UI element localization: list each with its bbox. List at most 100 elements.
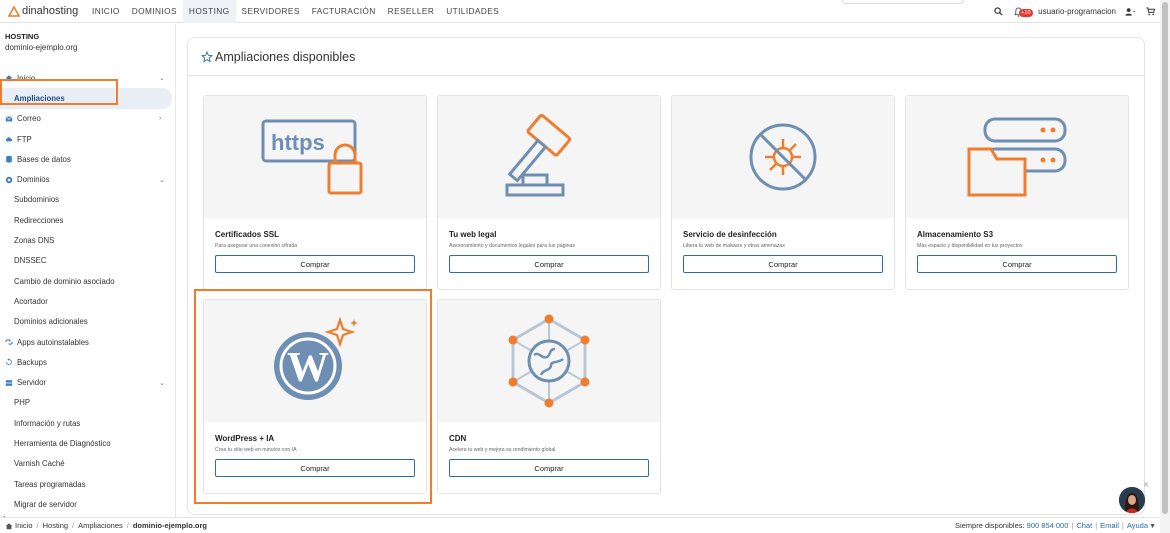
product-card: Servicio de desinfección Libera tu web de… [671,95,895,290]
chat-assistant-avatar[interactable] [1119,487,1145,513]
sidebar-item-label: Apps autoinstalables [17,337,89,347]
sidebar-item-tareas-programadas[interactable]: Tareas programadas [0,474,175,494]
product-card: Almacenamiento S3 Más espacio y disponibi… [905,95,1129,290]
close-icon[interactable]: ✕ [1143,481,1149,489]
sidebar-item-apps-autoinstalables[interactable]: Apps autoinstalables [0,332,175,352]
sidebar-item-label: Información y rutas [14,418,81,428]
brand-name: dinahosting [22,5,79,17]
sidebar-item-label: Tareas programadas [14,479,86,489]
sidebar-item-dominios[interactable]: Dominios ⌄ [0,169,175,189]
user-menu-icon[interactable] [1120,7,1140,16]
nav-item-hosting[interactable]: HOSTING [182,0,236,23]
sidebar-item-label: Varnish Caché [14,459,65,469]
scrollbar-thumb[interactable] [1162,2,1168,514]
page-title-text: Ampliaciones disponibles [215,49,356,64]
nav-item-facturacion[interactable]: FACTURACIÓN [306,0,382,23]
chevron-down-icon[interactable]: ⌄ [159,74,165,82]
chevron-down-icon[interactable]: ⌄ [159,379,165,387]
sidebar-item-label: Herramienta de Diagnóstico [14,438,111,448]
sidebar-item-migrar-de-servidor[interactable]: Migrar de servidor [0,494,175,514]
sidebar-item-label: Redirecciones [14,215,64,225]
notifications-bell-icon[interactable]: +10 [1008,6,1033,17]
buy-button[interactable]: Comprar [449,459,649,477]
user-menu-name[interactable]: usuario-programacion [1038,7,1116,16]
backup-icon [5,358,17,366]
sidebar-item-label: Servidor [17,378,47,388]
card-description: Más espacio y disponibilidad en tus proy… [917,243,1023,249]
breadcrumb-item[interactable]: Hosting [43,521,68,530]
sidebar-domain: dominio-ejemplo.org [5,43,78,52]
product-card: CDN Acelera tu web y mejora su rendimient… [437,299,661,494]
sidebar-item-acortador[interactable]: Acortador [0,291,175,311]
home-icon [5,522,13,529]
sidebar-item-herramienta-de-diagnostico[interactable]: Herramienta de Diagnóstico [0,433,175,453]
card-description: Para asegurar una conexión cifrada [215,243,298,249]
star-icon [201,50,213,63]
breadcrumb-current: dominio-ejemplo.org [132,521,208,530]
search-icon[interactable] [988,7,1008,16]
sidebar-item-varnish-cache[interactable]: Varnish Caché [0,454,175,474]
sidebar-item-label: Acortador [14,296,48,306]
sidebar-item-redirecciones[interactable]: Redirecciones [0,210,175,230]
server-icon [5,379,17,387]
buy-button[interactable]: Comprar [917,255,1117,273]
sidebar-item-dominios-adicionales[interactable]: Dominios adicionales [0,312,175,332]
product-card: https Certificados SSL Para asegurar una … [203,95,427,290]
card-description: Libera tu web de malware y otras amenaza… [683,243,785,249]
database-icon [5,155,17,163]
nav-item-dominios[interactable]: DOMINIOS [126,0,183,23]
sidebar-item-cambio-de-dominio-asociado[interactable]: Cambio de dominio asociado [0,271,175,291]
svg-text:https: https [271,130,325,155]
phone-link[interactable]: 900 854 000 [1027,521,1069,530]
chevron-down-icon[interactable]: ⌄ [159,176,165,184]
chat-link[interactable]: Chat [1076,521,1092,530]
sidebar-item-label: Bases de datos [17,154,71,164]
sidebar-item-subdominios[interactable]: Subdominios [0,190,175,210]
nav-item-servidores[interactable]: SERVIDORES [236,0,306,23]
highlight-wordpress-card [194,289,432,504]
storage-folder-icon [906,96,1128,218]
sidebar-item-php[interactable]: PHP [0,393,175,413]
globe-icon [5,176,17,184]
chevron-right-icon[interactable]: › [159,115,161,122]
sidebar-item-label: Dominios [17,175,50,185]
sidebar-item-label: Zonas DNS [14,236,55,246]
sidebar-item-backups[interactable]: Backups [0,352,175,372]
buy-button[interactable]: Comprar [449,255,649,273]
nav-item-utilidades[interactable]: UTILIDADES [440,0,505,23]
sidebar-item-label: Backups [17,357,47,367]
brand-logo[interactable]: dinahosting [0,5,86,17]
buy-button[interactable]: Comprar [215,255,415,273]
main-nav: INICIO DOMINIOS HOSTING SERVIDORES FACTURACI… [86,0,505,23]
sidebar-item-label: PHP [14,398,31,408]
email-link[interactable]: Email [1100,521,1119,530]
card-description: Asesoramiento y documentos legales para … [449,243,576,249]
card-title: Almacenamiento S3 [917,230,994,239]
help-link[interactable]: Ayuda [1127,521,1148,530]
buy-button[interactable]: Comprar [683,255,883,273]
page-scrollbar[interactable] [1160,0,1170,533]
sidebar-item-label: Dominios adicionales [14,317,88,327]
sidebar-item-bases-de-datos[interactable]: Bases de datos [0,149,175,169]
sidebar-item-correo[interactable]: Correo › [0,109,175,129]
footer-bar: Inicio / Hosting / Ampliaciones / domini… [0,517,1160,533]
sidebar-item-label: Migrar de servidor [14,499,77,509]
sidebar-item-dnssec[interactable]: DNSSEC [0,251,175,271]
nav-item-inicio[interactable]: INICIO [86,0,126,23]
mail-icon [5,115,17,123]
sidebar-item-label: DNSSEC [14,256,47,266]
chevron-down-icon[interactable]: ▼ [1149,523,1156,530]
breadcrumb-item[interactable]: Inicio [15,521,33,530]
breadcrumb-item[interactable]: Ampliaciones [78,521,123,530]
nav-item-reseller[interactable]: RESELLER [382,0,441,23]
sidebar-item-servidor[interactable]: Servidor ⌄ [0,372,175,392]
card-title: CDN [449,434,467,443]
sidebar-item-ftp[interactable]: FTP [0,129,175,149]
cart-icon[interactable] [1140,7,1160,16]
notification-count-badge: +10 [1019,8,1033,17]
contact-info: Siempre disponibles: 900 854 000 | Chat … [954,521,1156,530]
sidebar-item-informacion-y-rutas[interactable]: Información y rutas [0,413,175,433]
gavel-icon [438,96,660,218]
page-title: Ampliaciones disponibles [188,38,1144,76]
sidebar-item-zonas-dns[interactable]: Zonas DNS [0,230,175,250]
